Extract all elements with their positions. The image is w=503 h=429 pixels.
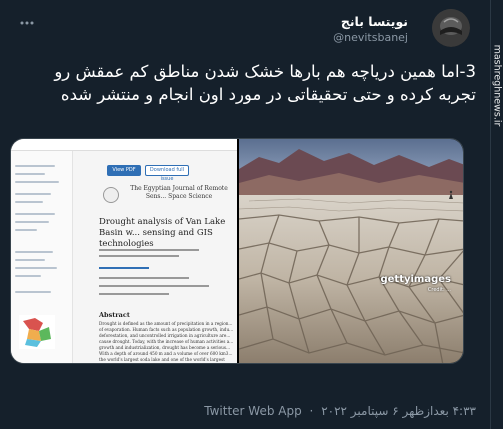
watermark-text: mashreghnews.ir [491, 44, 503, 127]
tweet-footer: ۴:۳۳ بعدازظهر ۶ سپتامبر ۲۰۲۲ · Twitter W… [204, 404, 476, 418]
author-handle[interactable]: @nevitsbanej [333, 31, 408, 44]
download-issue-button: Download full issue [145, 165, 189, 182]
getty-credit: gettyimages Credit: ... [380, 275, 451, 295]
tweet-card: نویتسا بانج @nevitsbanej 3-اما همین دریا… [0, 0, 490, 429]
view-pdf-button: View PDF [107, 165, 141, 176]
abstract-text: Drought is defined as the amount of prec… [99, 321, 234, 362]
paper-title: Drought analysis of Van Lake Basin w... … [99, 217, 226, 249]
more-options-icon[interactable] [18, 14, 36, 32]
site-watermark: mashreghnews.ir [490, 0, 503, 429]
footer-separator: · [309, 404, 314, 418]
tweet-time[interactable]: ۴:۳۳ بعدازظهر [403, 404, 476, 418]
getty-brand: gettyimages [380, 274, 451, 285]
author-name[interactable]: نویتسا بانج [341, 14, 408, 29]
tweet-text: 3-اما همین دریاچه هم بارها خشک شدن مناطق… [54, 62, 476, 104]
tweet-date[interactable]: ۶ سپتامبر ۲۰۲۲ [321, 404, 399, 418]
getty-credit-sub: Credit: ... [427, 287, 451, 293]
media-image-dry-lake[interactable]: gettyimages Credit: ... [239, 139, 463, 363]
tweet-source[interactable]: Twitter Web App [204, 404, 301, 418]
map-thumbnail [19, 315, 55, 349]
media-image-paper[interactable]: View PDF Download full issue The Egyptia… [11, 139, 237, 363]
avatar[interactable] [432, 9, 470, 47]
browser-toolbar [11, 139, 237, 151]
tweet-media[interactable]: View PDF Download full issue The Egyptia… [10, 138, 464, 364]
abstract-heading: Abstract [99, 311, 130, 319]
journal-name: The Egyptian Journal of Remote Sens... S… [130, 185, 228, 200]
journal-logo [103, 187, 119, 203]
